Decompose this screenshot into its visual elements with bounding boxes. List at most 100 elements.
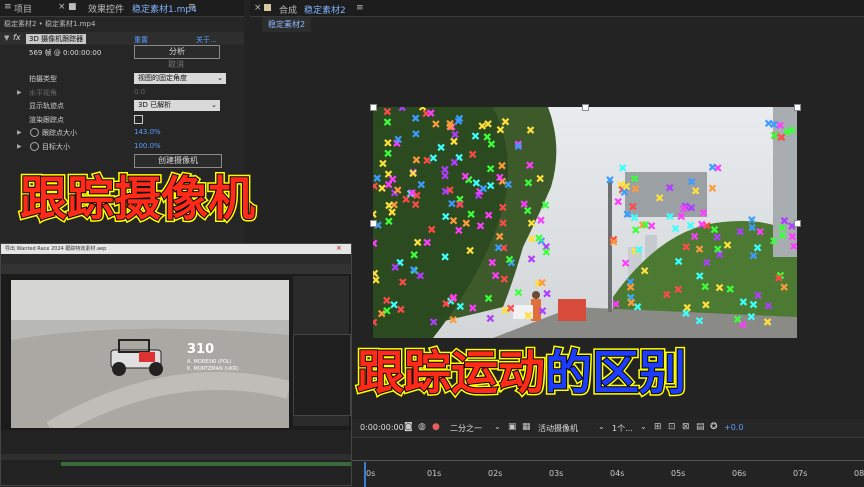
tab-effect-controls[interactable]: 效果控件 — [88, 2, 124, 15]
lock-icon[interactable]: ■ — [68, 2, 77, 12]
snapshot-icon[interactable]: ◙ — [404, 422, 413, 432]
track-point — [691, 187, 700, 195]
close-icon: × — [336, 244, 342, 252]
track-point — [633, 303, 642, 311]
layer-handle[interactable] — [582, 104, 589, 111]
menu-icon[interactable]: ≡ — [356, 3, 364, 13]
track-point — [471, 132, 480, 140]
show-track-points-dropdown[interactable]: 3D 已解析 ⌄ — [134, 100, 220, 111]
reset-link[interactable]: 重置 — [134, 35, 148, 45]
track-point — [630, 174, 639, 183]
track-point — [631, 185, 640, 193]
layer-handle[interactable] — [794, 220, 801, 227]
track-point — [423, 238, 431, 247]
track-point — [441, 253, 449, 261]
track-point — [748, 215, 756, 224]
chevron-right-icon[interactable]: ▶ — [17, 143, 22, 150]
timecode-display[interactable]: 0:00:00:00 — [360, 423, 404, 432]
camera-dropdown[interactable]: 活动摄像机 — [538, 423, 578, 434]
track-point — [623, 210, 632, 218]
property-row-show-track-points: 显示轨迹点 3D 已解析 ⌄ — [0, 99, 244, 112]
work-area-bar[interactable] — [352, 460, 864, 461]
track-point — [466, 246, 474, 255]
color-channel-icon[interactable]: ● — [432, 422, 440, 432]
chevron-down-icon[interactable]: ⌄ — [640, 422, 647, 431]
track-point — [606, 176, 614, 184]
track-point — [665, 183, 674, 192]
track-point — [483, 133, 492, 141]
track-point — [780, 216, 789, 225]
track-point — [538, 307, 547, 315]
tab-composition[interactable]: 稳定素材2 — [304, 3, 346, 16]
views-dropdown[interactable]: 1个... — [612, 423, 633, 434]
fast-preview-icon[interactable]: ⊞ — [654, 422, 662, 432]
track-point — [441, 165, 449, 174]
lock-icon[interactable] — [264, 4, 271, 11]
property-label: 目标大小 — [42, 143, 70, 151]
track-point — [450, 158, 459, 167]
layer-handle[interactable] — [370, 104, 377, 111]
tab-project[interactable]: 项目 — [14, 2, 32, 15]
chevron-right-icon[interactable]: ▶ — [17, 129, 22, 136]
track-point — [749, 300, 758, 309]
track-point — [702, 301, 710, 309]
track-point — [416, 271, 425, 280]
track-point — [677, 212, 686, 221]
track-point — [388, 175, 397, 183]
track-point — [695, 245, 704, 253]
exposure-value[interactable]: +0.0 — [724, 423, 743, 432]
track-point — [790, 242, 797, 250]
analyze-button[interactable]: 分析 — [134, 45, 220, 59]
track-point — [448, 199, 456, 208]
transparency-grid-icon[interactable]: ▦ — [522, 422, 531, 432]
fx-icon[interactable]: fx — [13, 33, 21, 42]
track-point — [472, 179, 481, 187]
composition-viewer[interactable] — [373, 107, 797, 338]
chevron-right-icon[interactable]: ▶ — [17, 89, 22, 96]
flowchart-icon[interactable]: ⊠ — [682, 422, 690, 432]
timeline-icon[interactable]: ⊡ — [668, 422, 676, 432]
track-point — [776, 121, 784, 130]
shot-type-dropdown[interactable]: 视图的固定角度 ⌄ — [134, 73, 226, 84]
close-icon[interactable]: × — [254, 3, 262, 13]
track-point — [385, 217, 393, 226]
inset-footage-frame — [11, 280, 289, 428]
stopwatch-icon[interactable] — [30, 128, 39, 137]
property-label: 拍摄类型 — [29, 75, 57, 83]
track-point — [383, 118, 392, 126]
render-track-points-checkbox[interactable] — [134, 115, 143, 124]
property-value[interactable]: 143.0% — [134, 128, 161, 136]
track-point — [666, 212, 674, 221]
layer-handle[interactable] — [370, 220, 377, 227]
inset-timeline — [1, 430, 351, 485]
region-icon[interactable]: ▣ — [508, 422, 517, 432]
track-point — [411, 200, 420, 209]
track-points-overlay — [373, 107, 797, 329]
property-label: 显示轨迹点 — [29, 102, 64, 110]
comp-subtab[interactable]: 稳定素材2 — [262, 17, 312, 32]
close-icon[interactable]: × — [58, 2, 66, 12]
chevron-down-icon[interactable]: ⌄ — [598, 422, 605, 431]
reset-exposure-icon[interactable]: ✪ — [710, 422, 718, 432]
timeline-ruler[interactable]: 0s 01s 02s 03s 04s 05s 06s 07s 08s — [352, 437, 864, 487]
track-point — [494, 243, 503, 252]
layer-handle[interactable] — [794, 104, 801, 111]
comp-tab-prefix[interactable]: 合成 — [279, 3, 297, 16]
comp-flow-icon[interactable]: ▤ — [696, 422, 705, 432]
resolution-dropdown[interactable]: 二分之一 — [450, 423, 482, 434]
track-point — [690, 232, 699, 241]
property-label: 跟踪点大小 — [42, 129, 77, 137]
chevron-down-icon[interactable]: ▼ — [4, 34, 9, 42]
cancel-button[interactable]: 取消 — [134, 59, 218, 70]
track-point — [701, 282, 710, 291]
track-point — [528, 235, 536, 243]
chevron-down-icon[interactable]: ⌄ — [494, 422, 501, 431]
about-link[interactable]: 关于... — [196, 35, 217, 45]
menu-icon[interactable]: ≡ — [4, 2, 12, 12]
property-value[interactable]: 100.0% — [134, 142, 161, 150]
track-point — [388, 208, 396, 216]
effect-name: 3D 摄像机跟踪器 — [26, 34, 87, 44]
stopwatch-icon[interactable] — [30, 142, 39, 151]
show-snapshot-icon[interactable]: ◍ — [418, 422, 426, 432]
menu-icon[interactable]: ≡ — [188, 2, 196, 12]
